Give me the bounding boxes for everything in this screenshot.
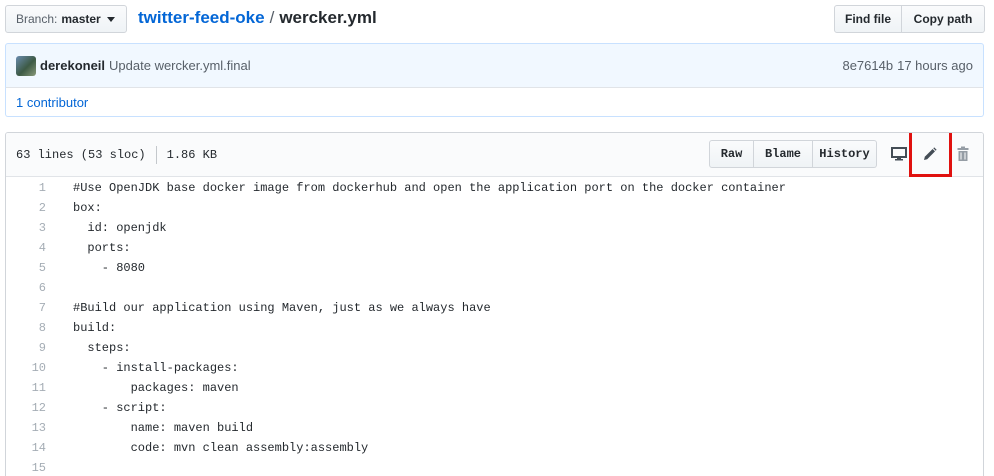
file-action-button-group: Raw Blame History	[709, 140, 877, 168]
line-content: #Build our application using Maven, just…	[73, 301, 491, 315]
history-button[interactable]: History	[813, 140, 877, 168]
branch-label: Branch:	[16, 12, 58, 26]
line-number[interactable]: 13	[6, 421, 46, 435]
line-number[interactable]: 12	[6, 401, 46, 415]
commit-sha-link[interactable]: 8e7614b	[842, 58, 893, 73]
code-line: 3 id: openjdk	[6, 218, 983, 238]
path-button-group: Find file Copy path	[834, 5, 985, 33]
line-number[interactable]: 9	[6, 341, 46, 355]
line-content: - script:	[73, 401, 167, 415]
file-info-divider	[155, 145, 157, 164]
code-line: 12 - script:	[6, 398, 983, 418]
line-number[interactable]: 1	[6, 181, 46, 195]
commit-author-link[interactable]: derekoneil	[40, 58, 105, 73]
line-content: #Use OpenJDK base docker image from dock…	[73, 181, 786, 195]
line-content: - 8080	[73, 261, 146, 275]
file-navigation-bar: Branch: master twitter-feed-oke / wercke…	[0, 0, 994, 40]
line-number[interactable]: 8	[6, 321, 46, 335]
desktop-icon[interactable]	[888, 143, 910, 165]
line-content: steps:	[73, 341, 131, 355]
breadcrumb-file-name: wercker.yml	[279, 8, 377, 27]
code-line: 11 packages: maven	[6, 378, 983, 398]
code-line: 9 steps:	[6, 338, 983, 358]
branch-select-button[interactable]: Branch: master	[5, 5, 127, 33]
line-content: ports:	[73, 241, 131, 255]
line-content: - install-packages:	[73, 361, 239, 375]
line-number[interactable]: 7	[6, 301, 46, 315]
code-line: 1 #Use OpenJDK base docker image from doc…	[6, 178, 983, 198]
code-line: 10 - install-packages:	[6, 358, 983, 378]
line-content: box:	[73, 201, 102, 215]
copy-path-button[interactable]: Copy path	[902, 5, 985, 33]
blame-button[interactable]: Blame	[754, 140, 813, 168]
file-line-count: 63 lines (53 sloc)	[16, 147, 146, 162]
code-line: 13 name: maven build	[6, 418, 983, 438]
raw-button[interactable]: Raw	[709, 140, 754, 168]
line-number[interactable]: 11	[6, 381, 46, 395]
line-content: packages: maven	[73, 381, 239, 395]
branch-name: master	[61, 12, 101, 26]
line-content: name: maven build	[73, 421, 254, 435]
latest-commit-bar: derekoneil Update wercker.yml.final 8e76…	[5, 43, 984, 88]
avatar[interactable]	[16, 55, 36, 76]
breadcrumb-separator: /	[269, 8, 275, 27]
commit-message-link[interactable]: Update wercker.yml.final	[109, 58, 251, 73]
commit-time: 17 hours ago	[897, 58, 973, 73]
code-line: 6	[6, 278, 983, 298]
file-viewer: 63 lines (53 sloc) 1.86 KB Raw Blame His…	[5, 132, 984, 476]
caret-down-icon	[106, 16, 115, 22]
code-line: 7 #Build our application using Maven, jus…	[6, 298, 983, 318]
line-number[interactable]: 4	[6, 241, 46, 255]
code-line: 8 build:	[6, 318, 983, 338]
code-line: 5 - 8080	[6, 258, 983, 278]
commit-meta: 8e7614b 17 hours ago	[842, 58, 973, 73]
trash-icon[interactable]	[952, 143, 974, 165]
contributors-bar: 1 contributor	[5, 87, 984, 117]
line-content: build:	[73, 321, 117, 335]
line-number[interactable]: 10	[6, 361, 46, 375]
breadcrumb-repo-link[interactable]: twitter-feed-oke	[138, 8, 265, 28]
find-file-button[interactable]: Find file	[834, 5, 902, 33]
file-header: 63 lines (53 sloc) 1.86 KB Raw Blame His…	[6, 133, 983, 177]
breadcrumb: twitter-feed-oke / wercker.yml	[138, 8, 377, 28]
line-number[interactable]: 3	[6, 221, 46, 235]
code-line: 2 box:	[6, 198, 983, 218]
line-number[interactable]: 2	[6, 201, 46, 215]
line-content: code: mvn clean assembly:assembly	[73, 441, 369, 455]
line-content: id: openjdk	[73, 221, 167, 235]
file-size: 1.86 KB	[166, 147, 218, 162]
code-line: 4 ports:	[6, 238, 983, 258]
line-number[interactable]: 14	[6, 441, 46, 455]
line-number[interactable]: 6	[6, 281, 46, 295]
code-line: 14 code: mvn clean assembly:assembly	[6, 438, 983, 458]
edit-highlight-box	[909, 133, 952, 177]
code-body: 1 #Use OpenJDK base docker image from doc…	[6, 177, 983, 476]
code-line: 15	[6, 458, 983, 476]
line-number[interactable]: 15	[6, 461, 46, 475]
line-number[interactable]: 5	[6, 261, 46, 275]
contributors-link[interactable]: 1 contributor	[16, 95, 88, 110]
